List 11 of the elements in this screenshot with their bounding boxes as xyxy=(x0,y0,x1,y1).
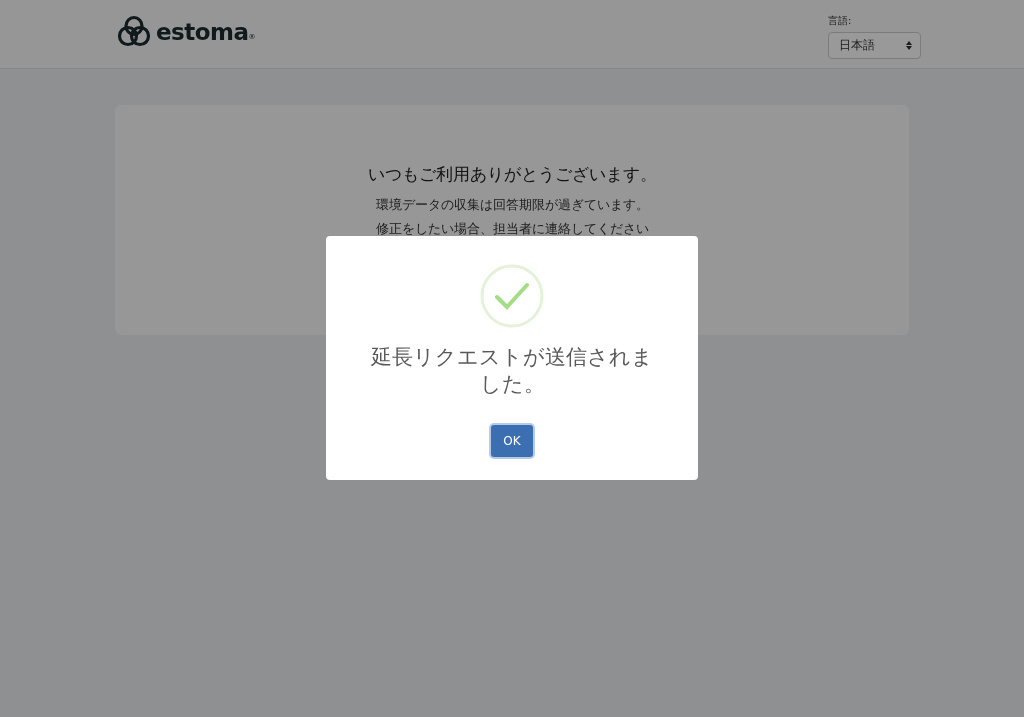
dialog-title: 延長リクエストが送信されました。 xyxy=(370,344,654,399)
logo-text: estoma xyxy=(156,18,249,45)
card-text: 修正をしたい場合、担当者に連絡してください xyxy=(375,220,649,238)
success-check-icon xyxy=(480,264,544,328)
card-text: 環境データの収集は回答期限が過ぎています。 xyxy=(375,196,649,214)
language-label: 言語: xyxy=(828,14,853,28)
sort-caret-icon xyxy=(906,41,912,50)
card-heading: いつもご利用ありがとうございます。 xyxy=(367,163,657,186)
logo-icon xyxy=(117,15,151,48)
ok-button[interactable]: OK xyxy=(491,424,533,457)
language-select[interactable]: 日本語 xyxy=(828,32,921,59)
